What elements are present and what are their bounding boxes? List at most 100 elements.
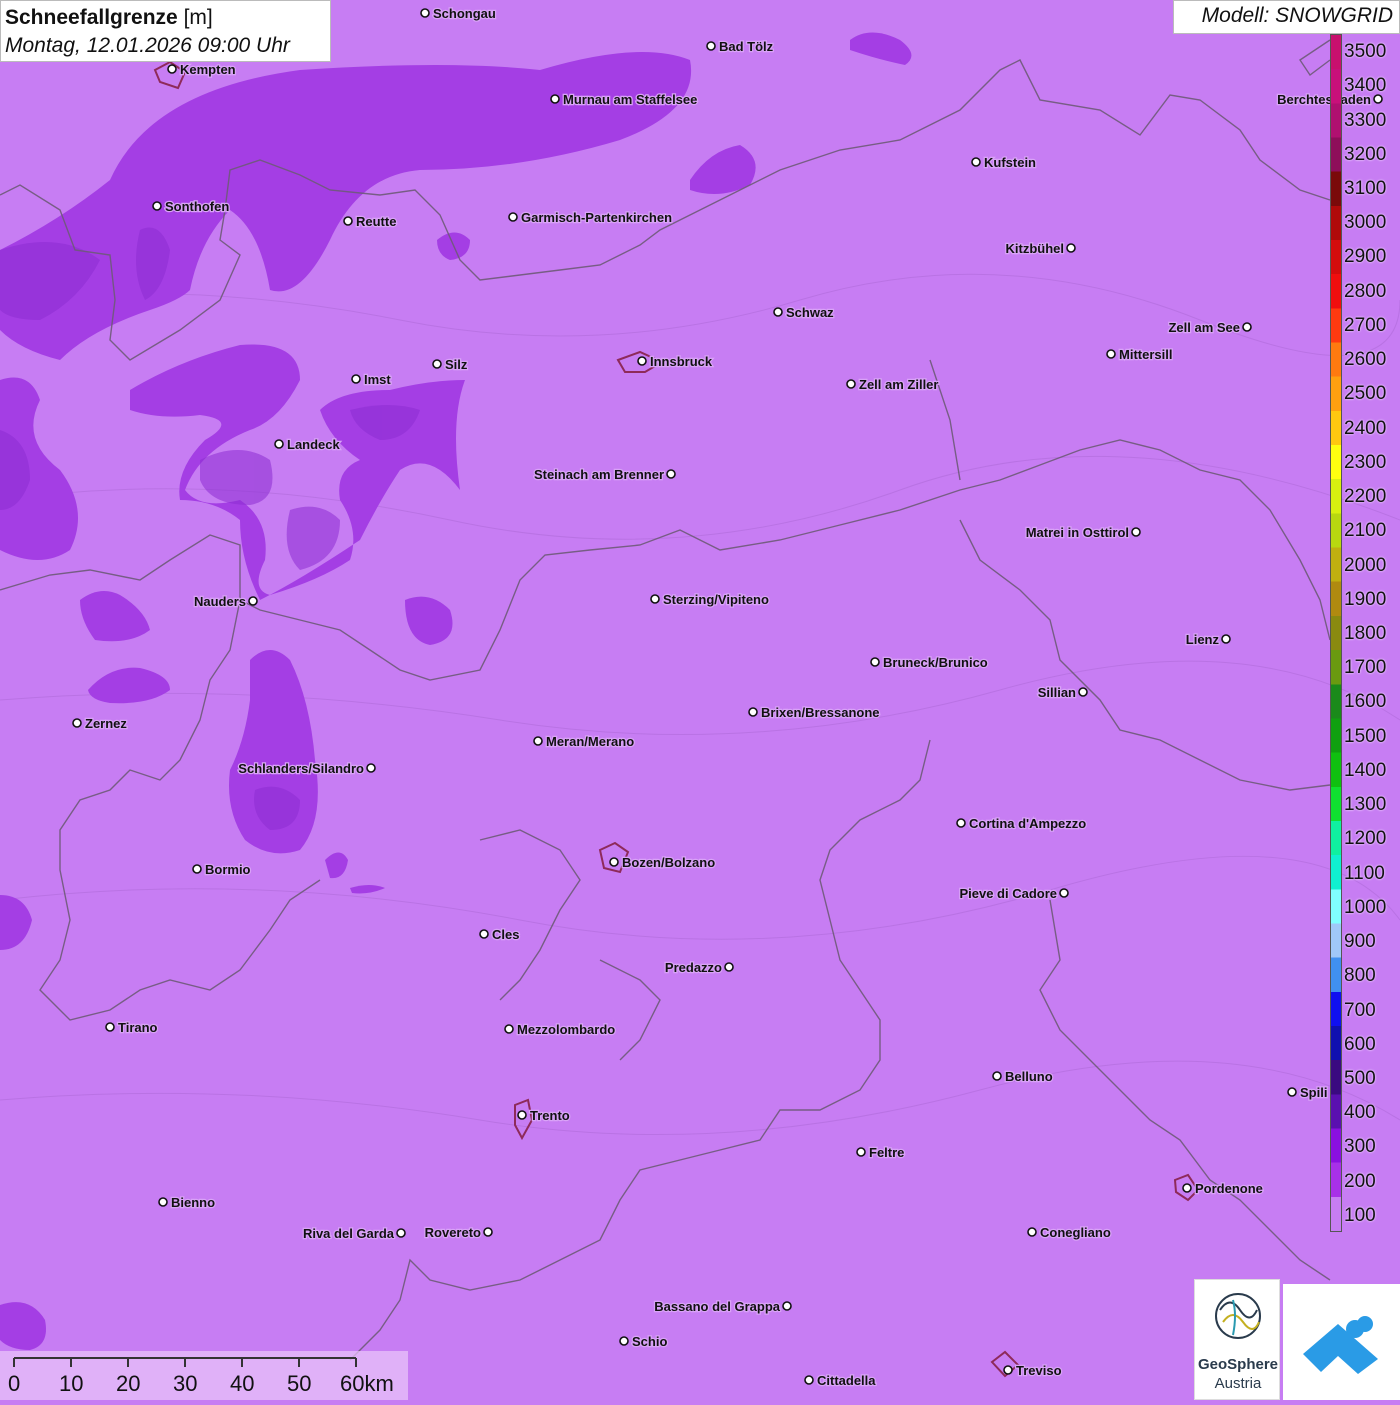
city-label: Innsbruck <box>650 354 713 369</box>
legend-label: 1700 <box>1344 657 1387 679</box>
city-label: Bormio <box>205 862 251 877</box>
legend-label: 3000 <box>1344 212 1387 234</box>
legend-label: 1300 <box>1344 794 1387 816</box>
title-main: Schneefallgrenze <box>5 6 178 29</box>
city-label: Meran/Merano <box>546 734 634 749</box>
city-dot <box>432 359 442 369</box>
city-label: Belluno <box>1005 1069 1053 1084</box>
city-label: Bad Tölz <box>719 39 774 54</box>
legend-label: 2600 <box>1344 349 1387 371</box>
city-label: Kempten <box>180 62 236 77</box>
legend-color-bar <box>1330 34 1342 1232</box>
geosphere-logo-text: GeoSphere <box>1197 1356 1279 1373</box>
city-marker: Sterzing/Vipiteno <box>650 591 770 608</box>
city-label: Predazzo <box>665 960 722 975</box>
city-label: Schongau <box>433 6 496 21</box>
city-marker: Brixen/Bressanone <box>748 704 881 721</box>
title-line: Schneefallgrenze [m] <box>5 4 326 32</box>
city-label: Schwaz <box>786 305 834 320</box>
city-dot <box>72 718 82 728</box>
legend-label: 2800 <box>1344 280 1387 302</box>
city-label: Cortina d'Ampezzo <box>969 816 1086 831</box>
city-label: Murnau am Staffelsee <box>563 92 697 107</box>
city-marker: Mezzolombardo <box>504 1021 617 1038</box>
city-dot <box>517 1110 527 1120</box>
city-marker: Steinach am Brenner <box>533 466 676 483</box>
legend-label: 1200 <box>1344 828 1387 850</box>
city-dot <box>1131 527 1141 537</box>
city-dot <box>158 1197 168 1207</box>
city-label: Conegliano <box>1040 1225 1111 1240</box>
cloud-mountain-icon <box>1303 1316 1378 1374</box>
scale-label: 50 <box>287 1371 312 1396</box>
scale-label: 30 <box>173 1371 198 1396</box>
city-dot <box>1182 1183 1192 1193</box>
city-dot <box>152 201 162 211</box>
scale-bar: 0 10 20 30 40 50 60km <box>0 1351 408 1400</box>
city-label: Pordenone <box>1195 1181 1263 1196</box>
scale-label: 10 <box>59 1371 84 1396</box>
legend-label: 2000 <box>1344 554 1387 576</box>
city-dot <box>609 857 619 867</box>
city-dot <box>1027 1227 1037 1237</box>
city-dot <box>508 212 518 222</box>
legend-label: 900 <box>1344 931 1376 953</box>
city-label: Rovereto <box>425 1225 481 1240</box>
city-marker: Meran/Merano <box>533 733 635 750</box>
city-marker: Murnau am Staffelsee <box>550 91 699 108</box>
city-dot <box>619 1336 629 1346</box>
city-dot <box>856 1147 866 1157</box>
city-label: Sonthofen <box>165 199 229 214</box>
city-marker: Innsbruck <box>637 353 714 370</box>
city-dot <box>1221 634 1231 644</box>
legend-label: 1000 <box>1344 896 1387 918</box>
city-dot <box>105 1022 115 1032</box>
legend-label: 2100 <box>1344 520 1387 542</box>
city-marker: Pordenone <box>1182 1180 1264 1197</box>
city-label: Kitzbühel <box>1006 241 1065 256</box>
city-marker: Schongau <box>420 5 497 22</box>
city-marker: Schlanders/Silandro <box>237 760 376 777</box>
city-dot <box>846 379 856 389</box>
geosphere-logo-icon <box>1215 1293 1261 1339</box>
legend-label: 2200 <box>1344 486 1387 508</box>
city-label: Treviso <box>1016 1363 1062 1378</box>
city-dot <box>706 41 716 51</box>
city-marker: Sonthofen <box>152 198 231 215</box>
city-dot <box>650 594 660 604</box>
title-unit: [m] <box>183 6 213 29</box>
city-dot <box>479 929 489 939</box>
legend-label: 1600 <box>1344 691 1387 713</box>
city-label: Trento <box>530 1108 570 1123</box>
city-label: Mittersill <box>1119 347 1172 362</box>
city-label: Zell am See <box>1168 320 1240 335</box>
city-dot <box>167 64 177 74</box>
city-label: Cittadella <box>817 1373 876 1388</box>
city-label: Tirano <box>118 1020 158 1035</box>
legend-label: 2900 <box>1344 246 1387 268</box>
legend-label: 1400 <box>1344 759 1387 781</box>
legend-label: 500 <box>1344 1067 1376 1089</box>
city-dot <box>351 374 361 384</box>
city-marker: Matrei in Osttirol <box>1024 524 1141 541</box>
city-label: Steinach am Brenner <box>534 467 664 482</box>
city-dot <box>956 818 966 828</box>
city-dot <box>420 8 430 18</box>
legend-label: 700 <box>1344 999 1376 1021</box>
legend-label: 2700 <box>1344 314 1387 336</box>
city-label: Bruneck/Brunico <box>883 655 988 670</box>
city-marker: Cortina d'Ampezzo <box>956 815 1088 832</box>
city-label: Matrei in Osttirol <box>1026 525 1129 540</box>
city-marker: Riva del Garda <box>302 1225 406 1242</box>
city-label: Feltre <box>869 1145 904 1160</box>
legend-label: 600 <box>1344 1033 1376 1055</box>
austria-logo-text: Austria <box>1214 1375 1262 1392</box>
city-dot <box>637 356 647 366</box>
scale-label: 20 <box>116 1371 141 1396</box>
city-dot <box>533 736 543 746</box>
legend-label: 300 <box>1344 1136 1376 1158</box>
city-dot <box>396 1228 406 1238</box>
city-dot <box>366 763 376 773</box>
color-legend: 3500 3400 3300 3200 3100 3000 2900 2800 2700 2600… <box>1328 34 1400 1234</box>
city-marker: Pieve di Cadore <box>958 885 1069 902</box>
